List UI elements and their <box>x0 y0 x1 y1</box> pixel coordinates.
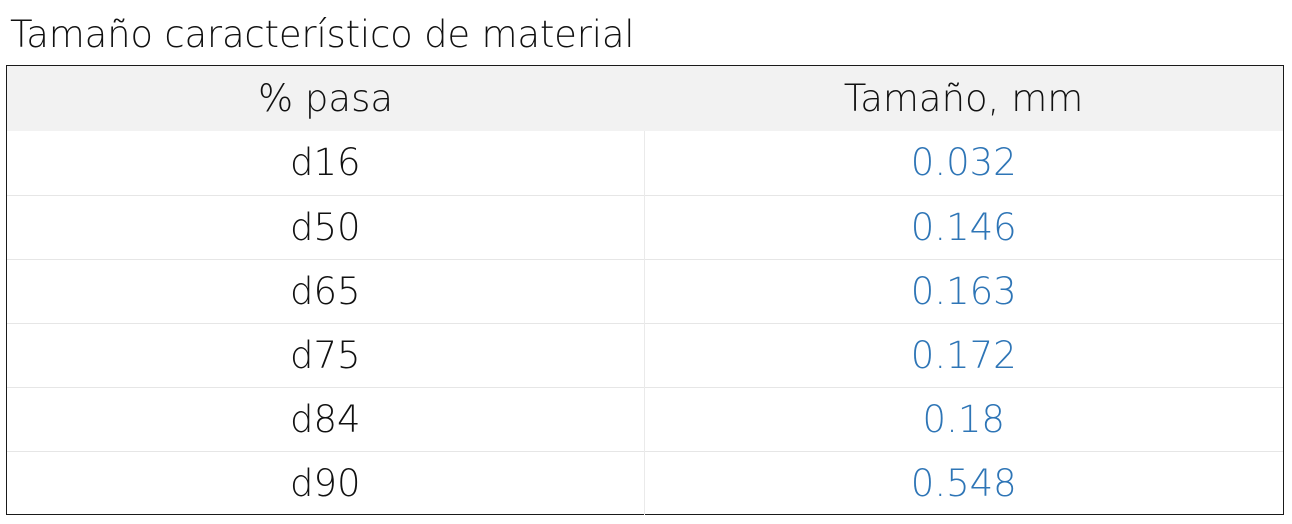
row-value: 0.18 <box>644 386 1283 451</box>
row-value: 0.032 <box>910 141 1017 185</box>
material-size-table: % pasa Tamaño, mm d16 0.032 d50 0.146 d6… <box>6 65 1284 515</box>
table-row: d75 0.172 <box>7 322 1283 387</box>
table-row: d50 0.146 <box>7 194 1283 259</box>
row-label: d50 <box>7 194 645 259</box>
row-label: d16 <box>7 131 645 195</box>
table-row: d90 0.548 <box>7 450 1283 515</box>
row-value: 0.146 <box>644 194 1283 259</box>
row-label: d90 <box>7 450 645 515</box>
table-row: d65 0.163 <box>7 258 1283 323</box>
row-value: 0.172 <box>644 322 1283 387</box>
header-row: % pasa Tamaño, mm <box>7 66 1283 131</box>
table-body: d16 0.032 d50 0.146 d65 0.163 d75 0.172 … <box>7 131 1283 515</box>
data-table: % pasa Tamaño, mm d16 0.032 d50 0.146 d6… <box>7 66 1283 515</box>
row-value: 0.163 <box>644 258 1283 323</box>
page-title: Tamaño característico de material <box>10 13 635 56</box>
column-header-size-mm: Tamaño, mm <box>843 77 1084 120</box>
row-label: d75 <box>7 322 645 387</box>
table-header: % pasa Tamaño, mm <box>7 66 1283 131</box>
row-label: d84 <box>7 386 645 451</box>
row-label: d65 <box>7 258 645 323</box>
table-row: d84 0.18 <box>7 386 1283 451</box>
column-header-percent-passing: % pasa <box>257 77 394 120</box>
row-value: 0.548 <box>644 450 1283 515</box>
table-row: d16 0.032 <box>7 131 1283 195</box>
